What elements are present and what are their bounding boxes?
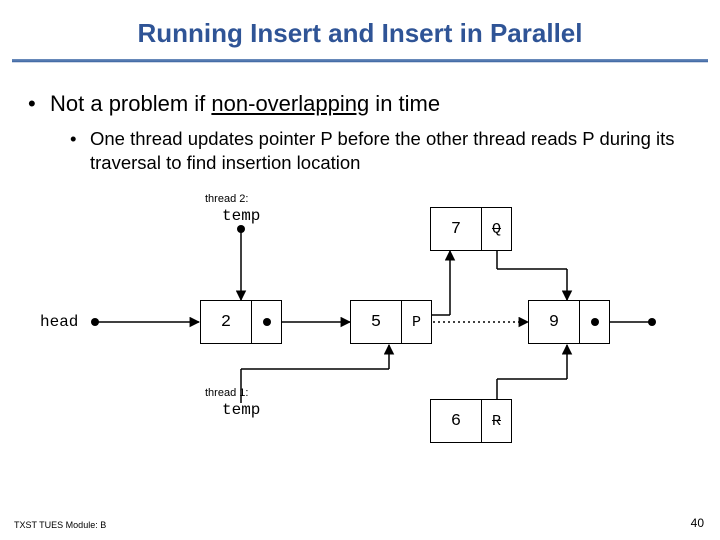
linked-list-diagram: head thread 2: temp thread 1: temp 2 5 P <box>30 187 690 447</box>
node-7-value: 7 <box>431 208 481 250</box>
node-6: 6 R <box>430 399 512 443</box>
thread2-label: thread 2: <box>205 193 248 205</box>
node-9-value: 9 <box>529 301 579 343</box>
ptr-dot <box>591 318 599 326</box>
node-2: 2 <box>200 300 282 344</box>
bullet1-underlined: non-overlapping <box>211 91 369 116</box>
thread2-temp: temp <box>222 207 260 225</box>
node-5-ptr-P: P <box>401 301 431 343</box>
node-6-ptr-R: R <box>481 400 511 442</box>
node-2-value: 2 <box>201 301 251 343</box>
node-5: 5 P <box>350 300 432 344</box>
bullet-level1: • Not a problem if non-overlapping in ti… <box>28 91 692 117</box>
node-7-ptr-Q: Q <box>481 208 511 250</box>
thread1-label: thread 1: <box>205 387 248 399</box>
head-label: head <box>40 313 78 331</box>
thread2-origin-dot <box>237 225 245 233</box>
thread1-temp: temp <box>222 401 260 419</box>
bullet2-text: One thread updates pointer P before the … <box>90 127 692 175</box>
node-9-ptr <box>579 301 609 343</box>
ptr-dot <box>263 318 271 326</box>
bullet-level2: • One thread updates pointer P before th… <box>70 127 692 175</box>
slide-title: Running Insert and Insert in Parallel <box>0 0 720 59</box>
node-6-value: 6 <box>431 400 481 442</box>
node-9: 9 <box>528 300 610 344</box>
node-2-ptr <box>251 301 281 343</box>
bullet-dot: • <box>70 127 90 175</box>
bullet1-post: in time <box>369 91 440 116</box>
bullet-dot: • <box>28 91 50 117</box>
list-terminator-dot <box>648 318 656 326</box>
node-7: 7 Q <box>430 207 512 251</box>
footer-page-number: 40 <box>691 516 704 530</box>
bullet1-pre: Not a problem if <box>50 91 211 116</box>
head-origin-dot <box>91 318 99 326</box>
footer-module: TXST TUES Module: B <box>14 520 106 530</box>
node-5-value: 5 <box>351 301 401 343</box>
